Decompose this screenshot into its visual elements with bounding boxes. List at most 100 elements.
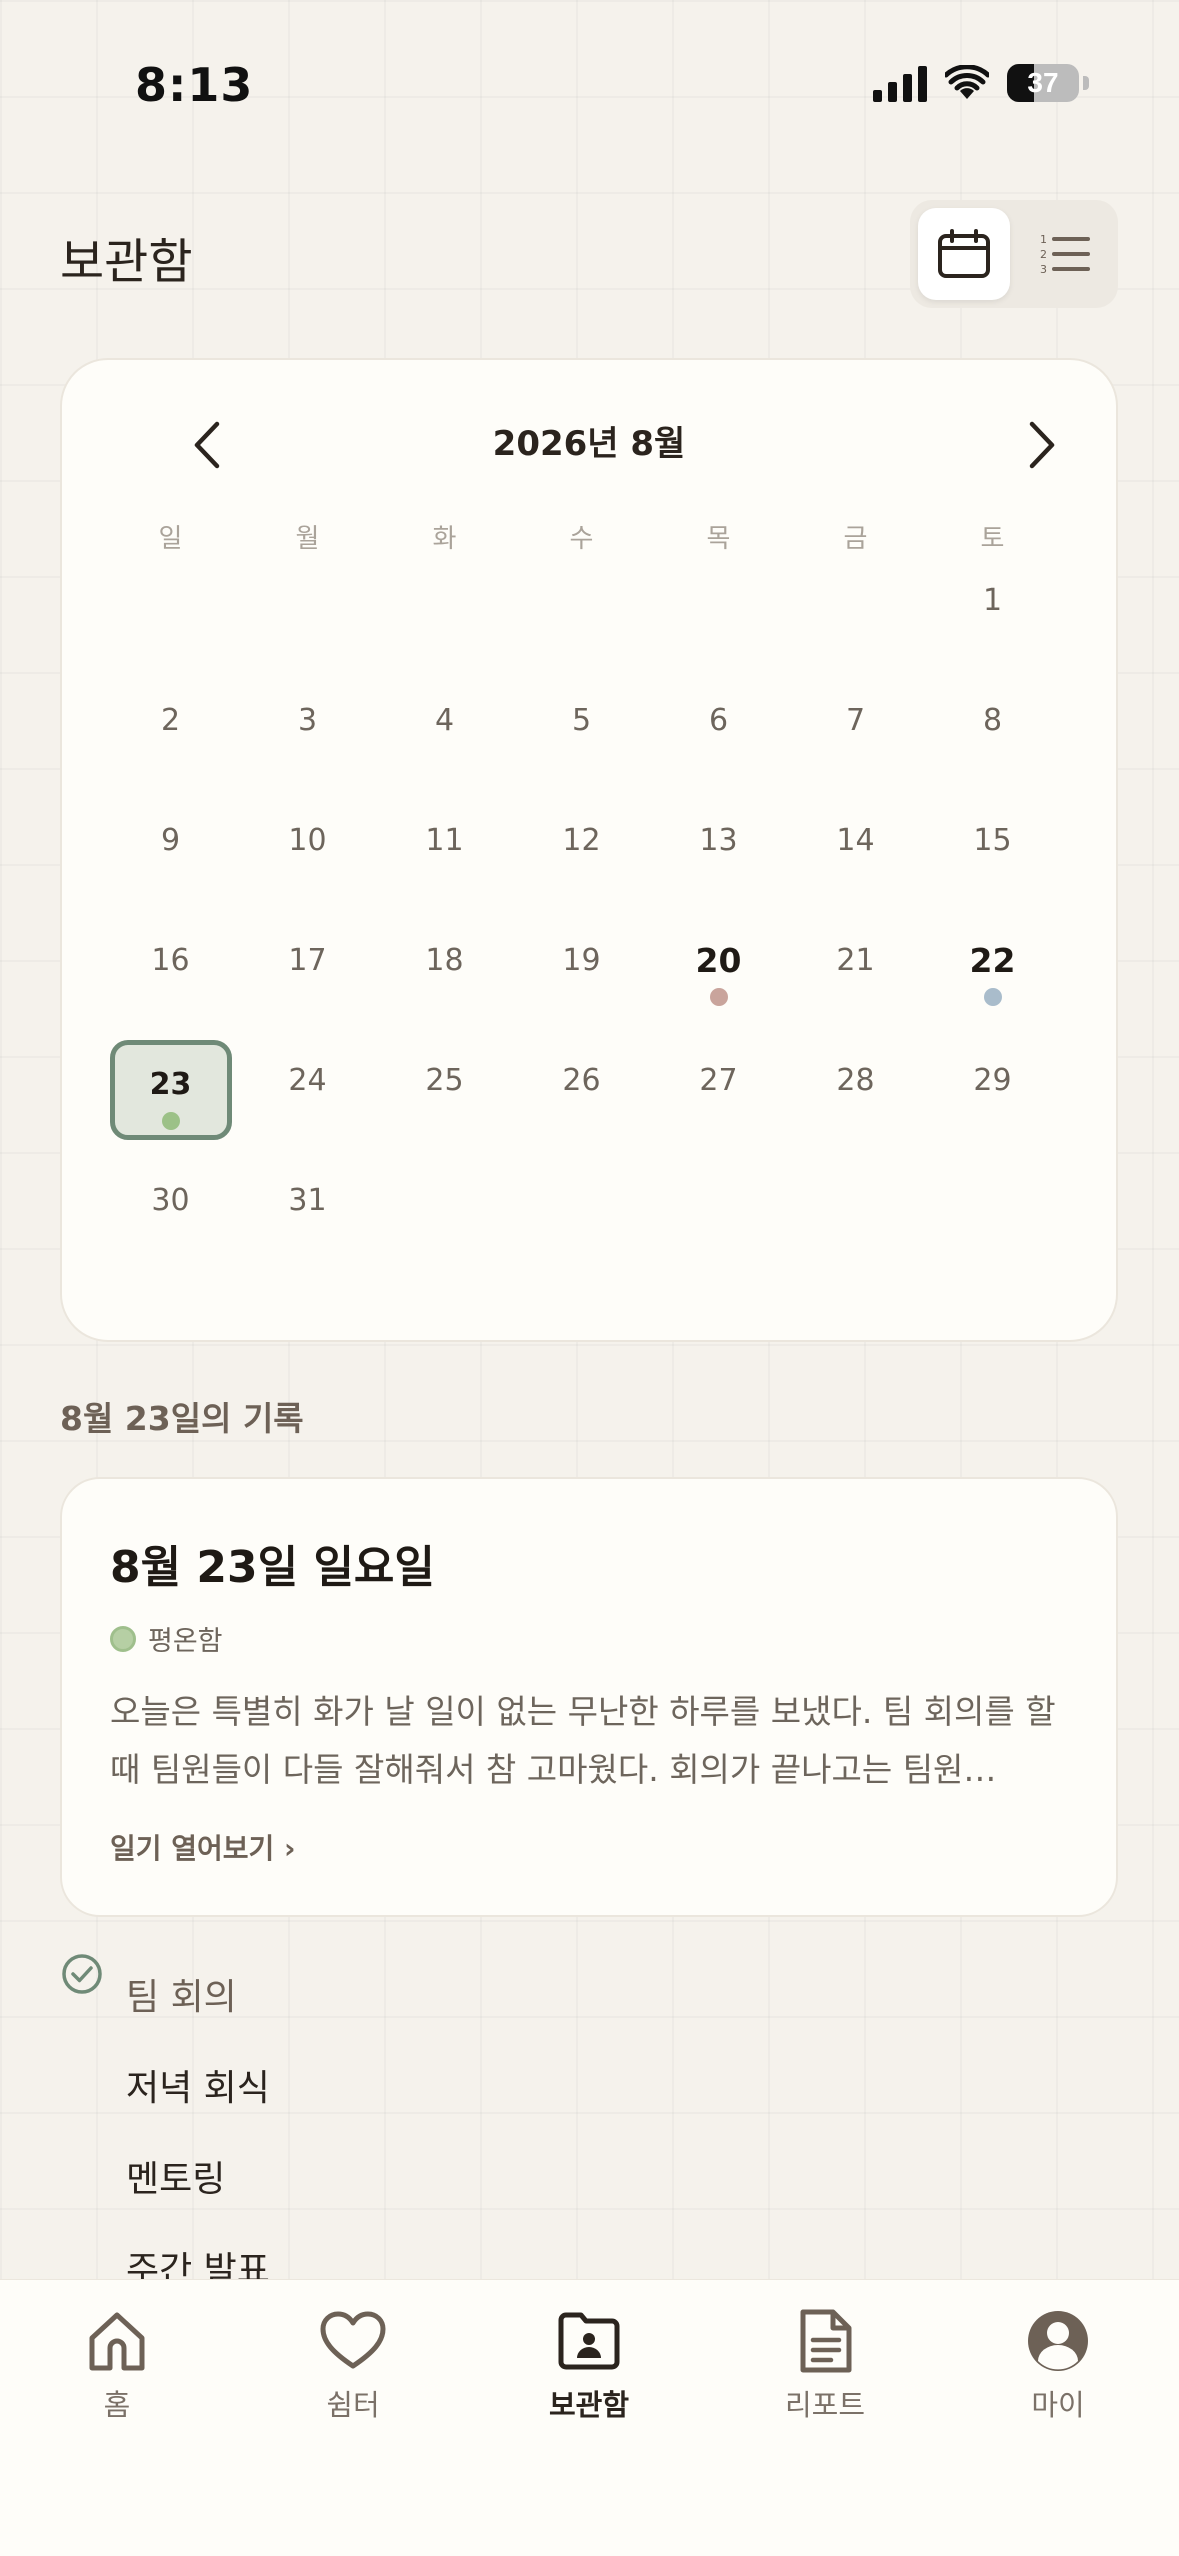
event-item[interactable]: 저녁 회식: [60, 2039, 270, 2130]
weekday-label: 수: [569, 524, 594, 554]
calendar-day-number: 20: [695, 941, 742, 980]
calendar-day-number: 2: [160, 703, 181, 738]
nav-report-label: 리포트: [784, 2388, 866, 2422]
weekday-label: 화: [432, 524, 457, 554]
calendar-day[interactable]: 24: [239, 1040, 376, 1160]
calendar-day-number: 10: [288, 823, 327, 858]
folder-person-icon: [558, 2312, 620, 2370]
calendar-day-number: 29: [973, 1063, 1012, 1098]
calendar-day-number: 19: [562, 943, 601, 978]
calendar-day-number: 24: [288, 1063, 327, 1098]
calendar-day[interactable]: 14: [787, 800, 924, 920]
calendar-day-empty: [513, 560, 650, 680]
next-month-button[interactable]: [1007, 410, 1077, 480]
calendar-day-number: 18: [425, 943, 464, 978]
diary-entry-card[interactable]: 8월 23일 일요일 평온함 오늘은 특별히 화가 날 일이 없는 무난한 하루…: [60, 1477, 1118, 1917]
event-item[interactable]: 팀 회의: [60, 1948, 270, 2039]
entry-indicator-dot: [161, 1112, 180, 1130]
home-icon: [89, 2312, 145, 2371]
calendar-day[interactable]: 23: [102, 1040, 239, 1160]
calendar-day-empty: [102, 560, 239, 680]
mood-tag: 평온함: [110, 1619, 223, 1658]
calendar-day[interactable]: 3: [239, 680, 376, 800]
calendar-day[interactable]: 11: [376, 800, 513, 920]
calendar-card: 2026년 8월 일 월 화 수 목 금 토 1 2 3 4 5 6 7 8 9 10 11 12 13…: [60, 358, 1118, 1342]
calendar-day[interactable]: 19: [513, 920, 650, 1040]
calendar-day[interactable]: 22: [924, 920, 1061, 1040]
calendar-day-number: 7: [845, 703, 866, 738]
calendar-day-number: 15: [973, 823, 1012, 858]
nav-archive-label: 보관함: [548, 2388, 630, 2422]
calendar-day[interactable]: 15: [924, 800, 1061, 920]
calendar-day[interactable]: 20: [650, 920, 787, 1040]
list-view-button[interactable]: 1 2 3: [1018, 208, 1110, 300]
event-item[interactable]: 멘토링: [60, 2130, 270, 2221]
svg-text:2: 2: [1040, 248, 1047, 261]
entry-preview-text: 오늘은 특별히 화가 날 일이 없는 무난한 하루를 보냈다. 팀 회의를 할 …: [110, 1692, 1056, 1789]
calendar-day[interactable]: 25: [376, 1040, 513, 1160]
calendar-day[interactable]: 4: [376, 680, 513, 800]
calendar-day-empty: [376, 560, 513, 680]
calendar-day[interactable]: 10: [239, 800, 376, 920]
calendar-day-number: 9: [160, 823, 181, 858]
chevron-right-icon: [1029, 421, 1055, 469]
calendar-days-grid: 1 2 3 4 5 6 7 8 9 10 11 12 13 14 15 16 17 18 19 20 21 22 23 24 2…: [102, 560, 1061, 1280]
nav-archive[interactable]: 보관함: [499, 2308, 679, 2424]
weekday-label: 목: [706, 524, 731, 554]
calendar-day[interactable]: 1: [924, 560, 1061, 680]
calendar-day-number: 14: [836, 823, 875, 858]
document-icon: [800, 2309, 852, 2373]
calendar-day[interactable]: 8: [924, 680, 1061, 800]
calendar-day-number: 12: [562, 823, 601, 858]
weekday-label: 토: [980, 524, 1005, 554]
calendar-day[interactable]: 12: [513, 800, 650, 920]
calendar-day[interactable]: 29: [924, 1040, 1061, 1160]
battery-level: 37: [1027, 67, 1059, 98]
weekday-header: 일 월 화 수 목 금 토: [102, 518, 1061, 555]
calendar-day-number: 31: [288, 1183, 327, 1218]
calendar-day-number: 16: [151, 943, 190, 978]
calendar-day[interactable]: 7: [787, 680, 924, 800]
battery-nub: [1083, 76, 1089, 90]
mood-dot-icon: [110, 1625, 136, 1652]
svg-text:3: 3: [1040, 263, 1047, 276]
calendar-day[interactable]: 2: [102, 680, 239, 800]
nav-my[interactable]: 마이: [968, 2308, 1148, 2424]
open-diary-link[interactable]: 일기 열어보기 ›: [110, 1827, 296, 1867]
calendar-day[interactable]: 6: [650, 680, 787, 800]
calendar-day[interactable]: 28: [787, 1040, 924, 1160]
calendar-day[interactable]: 21: [787, 920, 924, 1040]
calendar-view-button[interactable]: [918, 208, 1010, 300]
calendar-day-empty: [650, 560, 787, 680]
mood-label: 평온함: [148, 1626, 223, 1657]
nav-shelter[interactable]: 쉼터: [263, 2308, 443, 2424]
calendar-day[interactable]: 13: [650, 800, 787, 920]
calendar-day-number: 3: [297, 703, 318, 738]
calendar-day[interactable]: 18: [376, 920, 513, 1040]
calendar-day-number: 13: [699, 823, 738, 858]
nav-my-label: 마이: [1031, 2388, 1085, 2422]
calendar-day[interactable]: 30: [102, 1160, 239, 1280]
calendar-day-number: 25: [425, 1063, 464, 1098]
wifi-icon: [945, 65, 989, 99]
nav-home-label: 홈: [103, 2388, 131, 2422]
nav-report[interactable]: 리포트: [735, 2308, 915, 2424]
calendar-day[interactable]: 16: [102, 920, 239, 1040]
calendar-day[interactable]: 26: [513, 1040, 650, 1160]
entry-date: 8월 23일 일요일: [110, 1542, 435, 1593]
calendar-day-number: 30: [151, 1183, 190, 1218]
calendar-day[interactable]: 27: [650, 1040, 787, 1160]
calendar-day[interactable]: 5: [513, 680, 650, 800]
calendar-day[interactable]: 9: [102, 800, 239, 920]
status-icons: 37: [873, 64, 1089, 102]
numbered-list-icon: 1 2 3: [1040, 233, 1090, 276]
battery-icon: 37: [1007, 64, 1079, 102]
entry-indicator-dot: [983, 988, 1002, 1006]
calendar-day[interactable]: 31: [239, 1160, 376, 1280]
nav-home[interactable]: 홈: [27, 2308, 207, 2424]
nav-shelter-label: 쉼터: [326, 2388, 380, 2422]
calendar-day-number: 27: [699, 1063, 738, 1098]
calendar-day[interactable]: 17: [239, 920, 376, 1040]
svg-text:1: 1: [1040, 233, 1047, 246]
records-section-title: 8월 23일의 기록: [60, 1399, 304, 1438]
